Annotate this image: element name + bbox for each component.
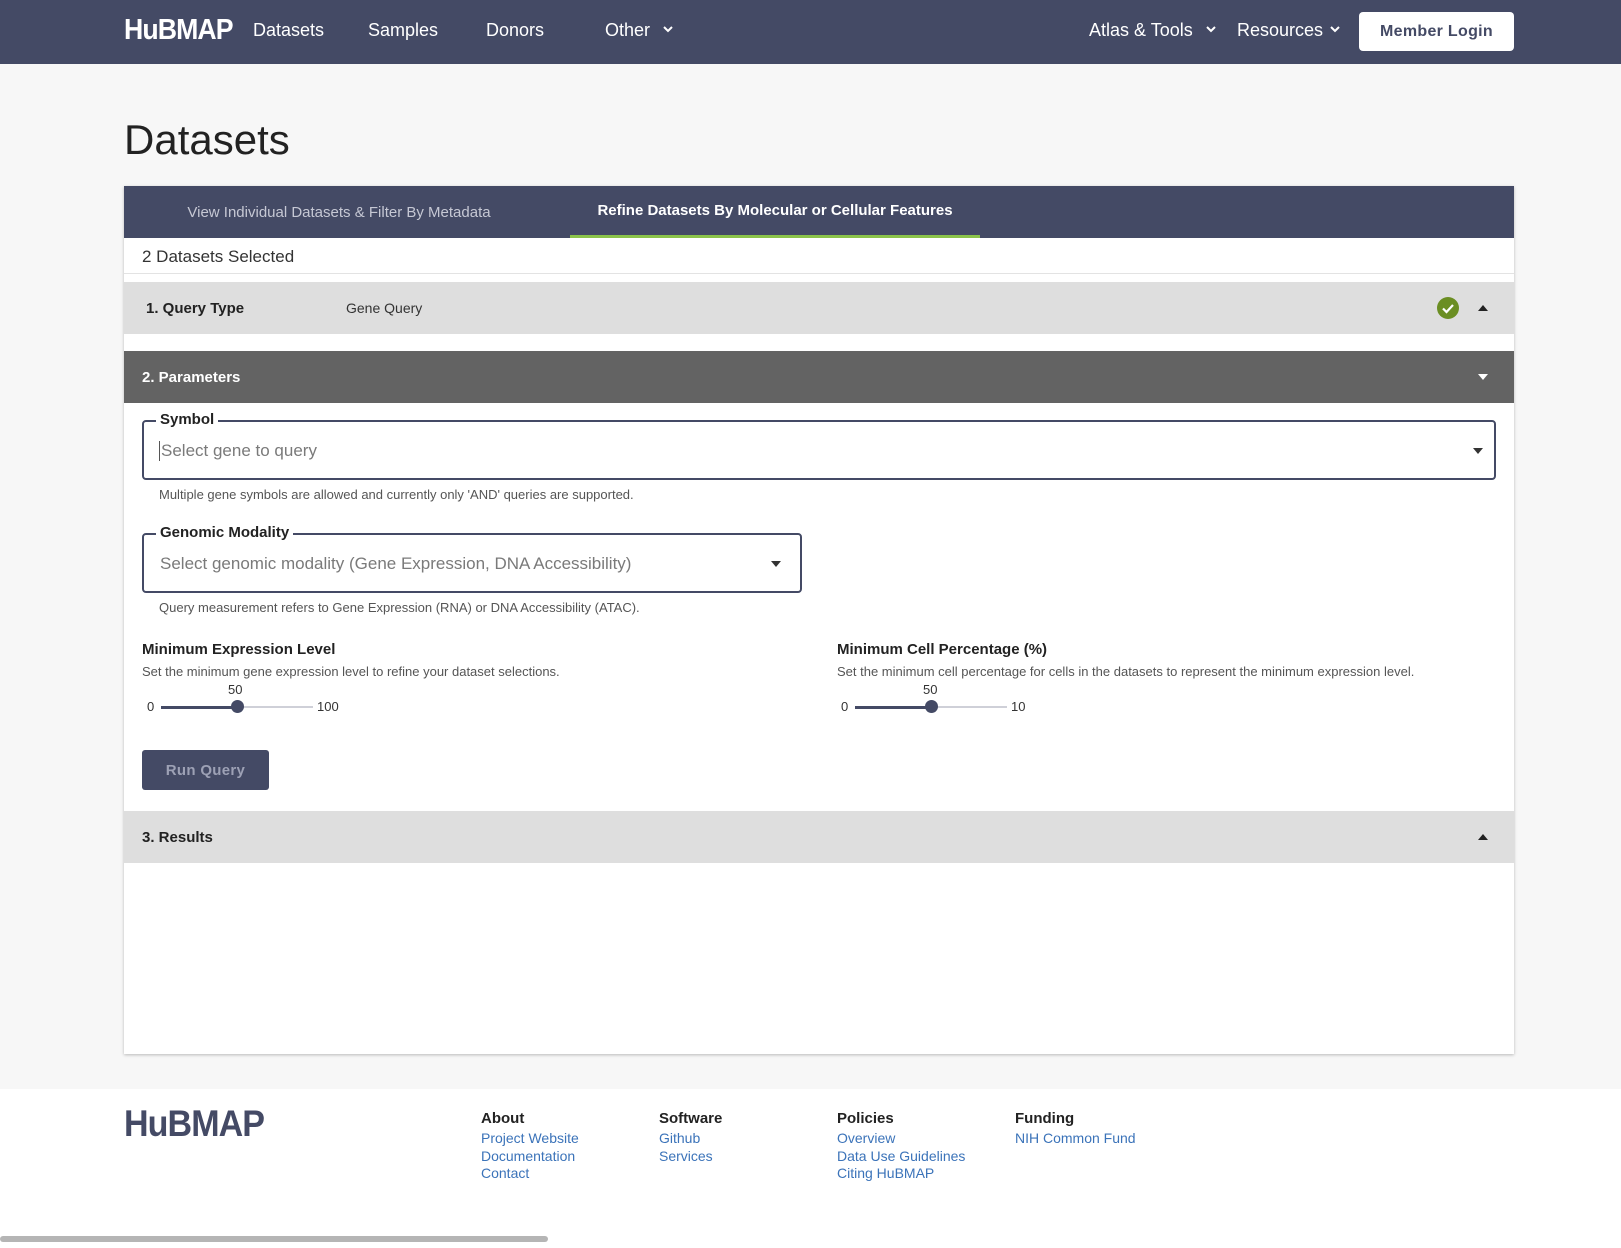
- accordion-results[interactable]: 3. Results: [124, 811, 1514, 863]
- genomic-modality-select[interactable]: Genomic Modality Select genomic modality…: [142, 524, 802, 593]
- symbol-label: Symbol: [156, 411, 219, 428]
- accordion-results-title: 3. Results: [142, 828, 213, 846]
- min-cell-percentage-description: Set the minimum cell percentage for cell…: [837, 664, 1415, 679]
- chevron-down-icon: [1206, 26, 1216, 33]
- nav-datasets[interactable]: Datasets: [253, 20, 324, 41]
- footer-link-services[interactable]: Services: [659, 1148, 722, 1166]
- divider: [124, 273, 1514, 274]
- accordion-query-type-title: 1. Query Type: [146, 299, 245, 317]
- min-expression-description: Set the minimum gene expression level to…: [142, 664, 560, 679]
- nav-donors[interactable]: Donors: [486, 20, 544, 41]
- chevron-down-icon: [1330, 26, 1340, 33]
- datasets-selected-count: 2 Datasets Selected: [142, 247, 295, 266]
- genomic-modality-label: Genomic Modality: [156, 524, 294, 541]
- footer-column-software: Software Github Services: [659, 1110, 722, 1165]
- min-expression-value-label: 50: [228, 682, 243, 697]
- tab-view-individual-datasets[interactable]: View Individual Datasets & Filter By Met…: [124, 186, 554, 238]
- min-cell-percentage-min-label: 0: [841, 699, 849, 714]
- footer-heading: Policies: [837, 1110, 894, 1127]
- min-cell-percentage-fill: [855, 705, 931, 709]
- footer-link-project-website[interactable]: Project Website: [481, 1130, 579, 1148]
- check-circle-icon: [1437, 297, 1459, 319]
- footer-link-citing-hubmap[interactable]: Citing HuBMAP: [837, 1165, 965, 1183]
- footer-heading: About: [481, 1110, 525, 1127]
- footer-column-about: About Project Website Documentation Cont…: [481, 1110, 579, 1183]
- footer-link-data-use-guidelines[interactable]: Data Use Guidelines: [837, 1148, 965, 1166]
- footer-heading: Software: [659, 1110, 723, 1127]
- top-navbar: HuBMAP Datasets Samples Donors Other Atl…: [0, 0, 1621, 64]
- accordion-query-type[interactable]: 1. Query Type Gene Query: [124, 282, 1514, 334]
- footer-column-funding: Funding NIH Common Fund: [1015, 1110, 1136, 1148]
- caret-down-icon[interactable]: [1473, 448, 1483, 454]
- min-expression-max-label: 100: [317, 699, 339, 714]
- footer-link-documentation[interactable]: Documentation: [481, 1148, 579, 1166]
- page-title: Datasets: [124, 116, 290, 163]
- nav-atlas-tools-label: Atlas & Tools: [1089, 20, 1193, 40]
- query-type-value: Gene Query: [346, 300, 423, 316]
- min-cell-percentage-value-label: 50: [923, 682, 938, 697]
- footer-column-policies: Policies Overview Data Use Guidelines Ci…: [837, 1110, 965, 1183]
- symbol-select[interactable]: Symbol Select gene to query: [142, 411, 1496, 480]
- footer-heading: Funding: [1015, 1110, 1075, 1127]
- genomic-modality-helper-text: Query measurement refers to Gene Express…: [159, 600, 640, 615]
- caret-up-icon[interactable]: [1478, 305, 1488, 311]
- footer-link-overview[interactable]: Overview: [837, 1130, 965, 1148]
- member-login-button[interactable]: Member Login: [1359, 12, 1514, 51]
- footer-hubmap-logo[interactable]: HuBMAP: [124, 1103, 265, 1145]
- accordion-parameters[interactable]: 2. Parameters: [124, 351, 1514, 403]
- footer-link-contact[interactable]: Contact: [481, 1165, 579, 1183]
- chevron-down-icon: [663, 26, 673, 33]
- accordion-parameters-title: 2. Parameters: [142, 368, 241, 386]
- footer-link-github[interactable]: Github: [659, 1130, 722, 1148]
- genomic-modality-placeholder: Select genomic modality (Gene Expression…: [160, 554, 632, 573]
- datasets-card: View Individual Datasets & Filter By Met…: [124, 186, 1514, 1054]
- min-expression-title: Minimum Expression Level: [142, 641, 336, 658]
- min-cell-percentage-slider-thumb[interactable]: [924, 700, 938, 713]
- nav-other[interactable]: Other: [605, 20, 673, 41]
- nav-other-label: Other: [605, 20, 651, 40]
- min-cell-percentage-title: Minimum Cell Percentage (%): [837, 641, 1048, 658]
- nav-atlas-tools[interactable]: Atlas & Tools: [1089, 20, 1216, 41]
- nav-resources[interactable]: Resources: [1237, 20, 1340, 41]
- nav-samples[interactable]: Samples: [368, 20, 438, 41]
- min-cell-percentage-max-label: 10: [1011, 699, 1026, 714]
- caret-down-icon[interactable]: [1478, 374, 1488, 380]
- footer: HuBMAP About Project Website Documentati…: [0, 1089, 1621, 1248]
- tab-bar: View Individual Datasets & Filter By Met…: [124, 186, 1514, 238]
- nav-resources-label: Resources: [1237, 20, 1324, 40]
- run-query-button[interactable]: Run Query: [142, 750, 269, 790]
- min-expression-fill: [161, 705, 237, 709]
- tab-refine-datasets[interactable]: Refine Datasets By Molecular or Cellular…: [570, 186, 980, 238]
- symbol-input[interactable]: Select gene to query: [159, 441, 317, 461]
- horizontal-scrollbar[interactable]: [0, 1236, 548, 1242]
- min-expression-min-label: 0: [147, 699, 155, 714]
- hubmap-logo[interactable]: HuBMAP: [124, 14, 234, 47]
- caret-down-icon[interactable]: [771, 561, 781, 567]
- symbol-helper-text: Multiple gene symbols are allowed and cu…: [159, 487, 634, 502]
- caret-up-icon[interactable]: [1478, 834, 1488, 840]
- min-expression-slider-thumb[interactable]: [230, 700, 244, 713]
- footer-link-nih-common-fund[interactable]: NIH Common Fund: [1015, 1130, 1136, 1148]
